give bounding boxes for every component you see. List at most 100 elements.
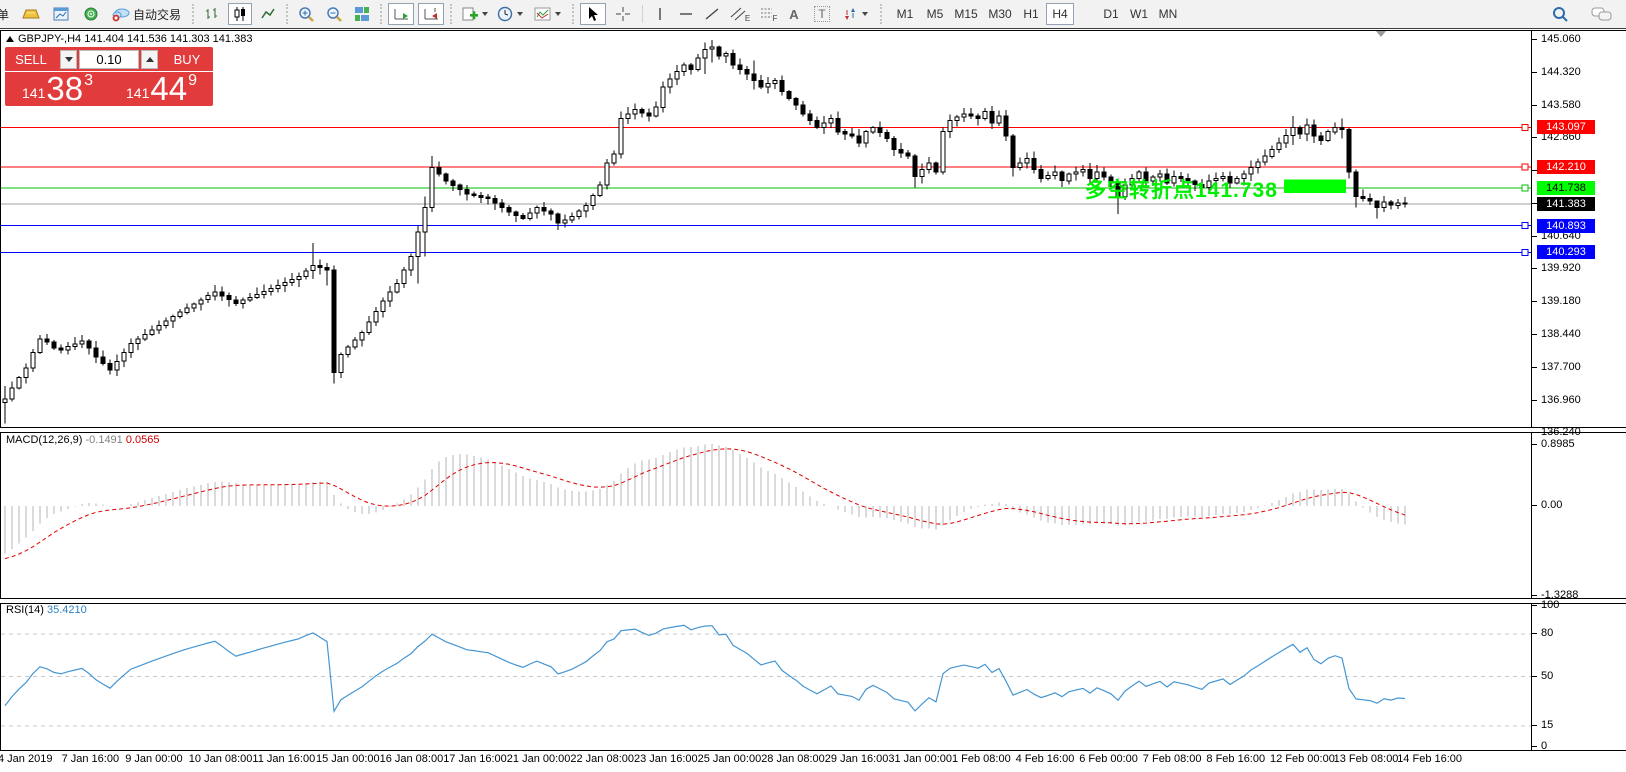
- text-button[interactable]: A: [784, 3, 804, 25]
- ask-price-display[interactable]: 141 44 9: [110, 72, 213, 106]
- sell-button[interactable]: SELL: [5, 47, 57, 71]
- time-axis-label: 29 Jan 16:00: [825, 753, 889, 765]
- chart-shift-button[interactable]: [418, 3, 444, 25]
- annotation-text[interactable]: 多空转折点141.738: [1085, 174, 1278, 204]
- bar-chart-button[interactable]: [200, 3, 224, 25]
- text-label-button[interactable]: T: [810, 3, 834, 25]
- line-chart-button[interactable]: [256, 3, 280, 25]
- line-handle[interactable]: [1522, 223, 1528, 229]
- time-axis-label: 25 Jan 00:00: [698, 753, 762, 765]
- timeframe-w1-button[interactable]: W1: [1126, 3, 1152, 25]
- rsi-tick-label: 0: [1541, 740, 1547, 752]
- autotrading-button[interactable]: 自动交易: [106, 3, 186, 25]
- signals-icon[interactable]: [80, 3, 102, 25]
- new-order-icon: [461, 6, 478, 22]
- new-order-text-button[interactable]: 单: [0, 3, 11, 25]
- price-axis[interactable]: 145.060144.320143.580142.860142.120141.3…: [1531, 30, 1626, 750]
- time-axis-label: 11 Jan 16:00: [252, 753, 315, 765]
- auto-scroll-button[interactable]: [388, 3, 414, 25]
- chat-button[interactable]: [1586, 3, 1618, 25]
- periods-button[interactable]: [494, 3, 526, 25]
- vertical-line-button[interactable]: [650, 3, 670, 25]
- chat-icon: [1591, 6, 1613, 22]
- horizontal-line-button[interactable]: [676, 3, 696, 25]
- time-axis-label: 9 Jan 00:00: [125, 753, 183, 765]
- price-tick-label: 138.440: [1541, 328, 1581, 340]
- fibonacci-letter: F: [773, 14, 778, 23]
- time-axis-border: [0, 750, 1626, 751]
- timeframe-h4-button[interactable]: H4: [1046, 3, 1074, 25]
- chart-left-border: [0, 30, 1, 750]
- macd-tick-label: 0.8985: [1541, 438, 1575, 450]
- rsi-tick-label: 80: [1541, 627, 1553, 639]
- macd-name: MACD(12,26,9): [6, 434, 82, 446]
- toolbar-grip: [450, 4, 454, 24]
- price-tick-label: 139.180: [1541, 295, 1581, 307]
- price-tick-label: 143.580: [1541, 99, 1581, 111]
- line-handle[interactable]: [1522, 185, 1528, 191]
- candlestick-chart-button[interactable]: [228, 3, 252, 25]
- cursor-button[interactable]: [580, 3, 606, 25]
- timeframe-m15-button[interactable]: M15: [950, 3, 982, 25]
- volume-input[interactable]: [79, 50, 139, 69]
- new-order-button[interactable]: [458, 3, 490, 25]
- rsi-pane-splitter[interactable]: [0, 598, 1626, 604]
- crosshair-button[interactable]: [610, 3, 636, 25]
- timeframe-m1-button[interactable]: M1: [892, 3, 918, 25]
- new-order-text-label: 单: [0, 6, 9, 23]
- macd-indicator-label: MACD(12,26,9) -0.1491 0.0565: [6, 434, 160, 446]
- collapse-triangle-icon[interactable]: [6, 36, 14, 42]
- auto-scroll-icon: [393, 6, 410, 22]
- search-button[interactable]: [1548, 3, 1572, 25]
- zoom-out-button[interactable]: [322, 3, 346, 25]
- time-axis-label: 14 Feb 16:00: [1397, 753, 1462, 765]
- toolbar: 单 自动交易: [0, 0, 1626, 29]
- sell-label: SELL: [15, 52, 47, 67]
- time-axis-label: 21 Jan 00:00: [507, 753, 571, 765]
- price-tick-label: 139.920: [1541, 262, 1581, 274]
- fibonacci-button[interactable]: F: [756, 3, 780, 25]
- chart-canvas[interactable]: [0, 0, 1626, 772]
- buy-label: BUY: [174, 52, 201, 67]
- gold-ingot-icon[interactable]: [20, 3, 42, 25]
- zoom-in-button[interactable]: [294, 3, 318, 25]
- new-chart-icon[interactable]: [50, 3, 72, 25]
- rsi-value: 35.4210: [47, 604, 87, 616]
- volume-decrease-button[interactable]: [60, 50, 77, 69]
- macd-pane-splitter[interactable]: [0, 427, 1626, 433]
- bid-prefix: 141: [22, 85, 45, 101]
- tile-windows-button[interactable]: [350, 3, 374, 25]
- chart-shift-marker[interactable]: [1376, 31, 1386, 37]
- time-axis-label: 22 Jan 08:00: [570, 753, 634, 765]
- symbol-info-bar[interactable]: GBPJPY-,H4 141.404 141.536 141.303 141.3…: [6, 33, 252, 45]
- volume-increase-button[interactable]: [141, 50, 158, 69]
- line-handle[interactable]: [1522, 249, 1528, 255]
- highlight-rectangle-object[interactable]: [1284, 179, 1346, 193]
- time-axis-label: 4 Feb 16:00: [1016, 753, 1075, 765]
- chart-shift-icon: [423, 6, 440, 22]
- line-handle[interactable]: [1522, 124, 1528, 130]
- clock-icon: [497, 6, 513, 22]
- line-handle[interactable]: [1522, 164, 1528, 170]
- dropdown-caret-icon: [482, 12, 488, 16]
- indicators-button[interactable]: [530, 3, 564, 25]
- timeframe-m30-button[interactable]: M30: [984, 3, 1016, 25]
- price-tick-label: 137.700: [1541, 361, 1581, 373]
- up-arrow-icon: [146, 57, 154, 62]
- buy-button[interactable]: BUY: [161, 47, 213, 71]
- timeframe-m5-button[interactable]: M5: [922, 3, 948, 25]
- timeframe-d1-button[interactable]: D1: [1098, 3, 1124, 25]
- equidistant-channel-button[interactable]: E: [728, 3, 752, 25]
- time-axis-label: 12 Feb 00:00: [1270, 753, 1335, 765]
- ask-pipette: 9: [188, 72, 197, 90]
- mt4-window: 单 自动交易: [0, 0, 1626, 772]
- timeframe-h1-button[interactable]: H1: [1018, 3, 1044, 25]
- bid-price-display[interactable]: 141 38 3: [6, 72, 109, 106]
- rsi-indicator-label: RSI(14) 35.4210: [6, 604, 87, 616]
- price-tick-label: 145.060: [1541, 33, 1581, 45]
- timeframe-mn-button[interactable]: MN: [1154, 3, 1182, 25]
- time-axis-label: 16 Jan 08:00: [380, 753, 444, 765]
- arrows-button[interactable]: [838, 3, 872, 25]
- trendline-button[interactable]: [702, 3, 722, 25]
- macd-tick-label: 0.00: [1541, 499, 1562, 511]
